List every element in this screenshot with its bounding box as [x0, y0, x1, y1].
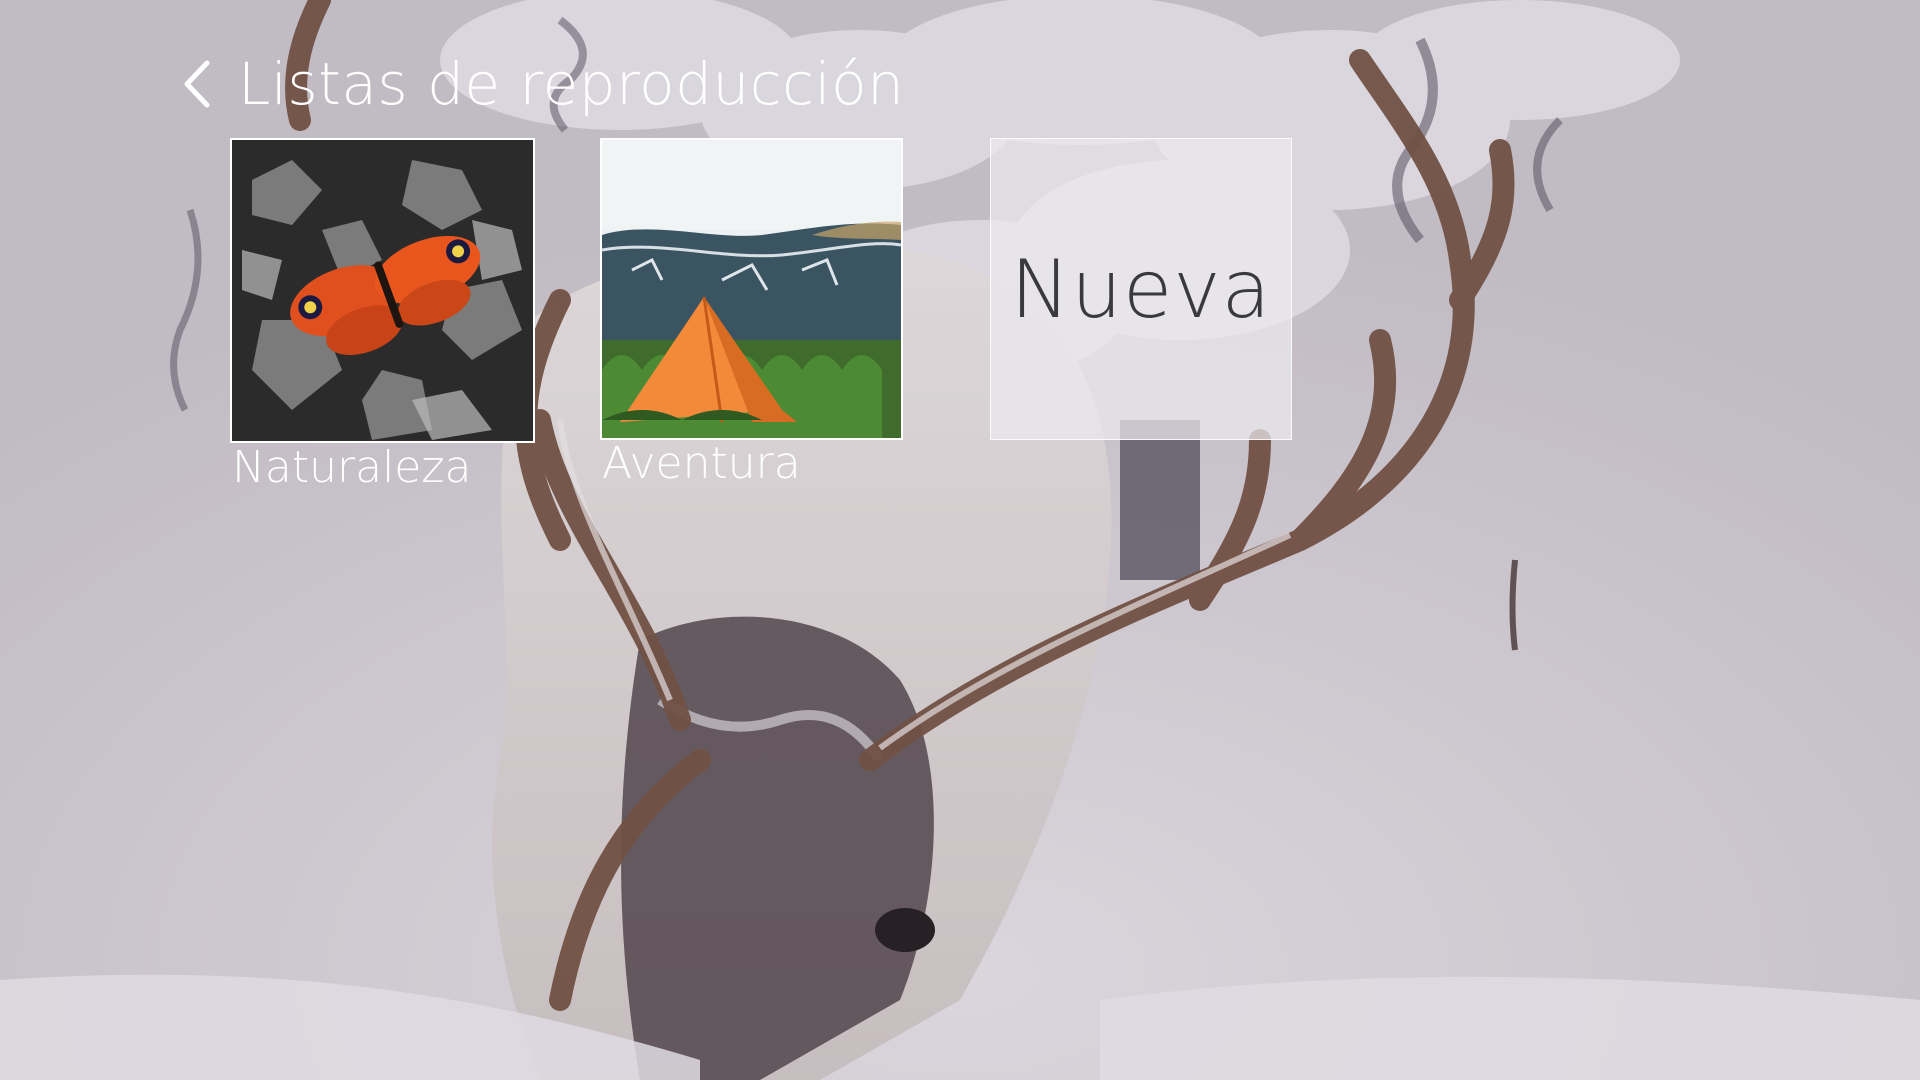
media-player-screen: Listas de reproducción Naturaleza Aventu… [0, 0, 1920, 1080]
back-button[interactable] [176, 52, 216, 116]
playlist-label-naturaleza: Naturaleza [232, 442, 472, 493]
header: Listas de reproducción [176, 44, 904, 124]
new-playlist-tile[interactable]: Nueva [990, 138, 1292, 440]
playlist-tile-naturaleza[interactable] [230, 138, 535, 443]
tent-thumbnail [602, 140, 901, 438]
new-playlist-label: Nueva [1010, 242, 1272, 336]
page-title: Listas de reproducción [238, 50, 905, 118]
chevron-left-icon [184, 60, 210, 108]
playlist-tile-aventura[interactable] [600, 138, 903, 440]
playlist-label-aventura: Aventura [602, 438, 801, 489]
butterfly-thumbnail [232, 140, 533, 441]
